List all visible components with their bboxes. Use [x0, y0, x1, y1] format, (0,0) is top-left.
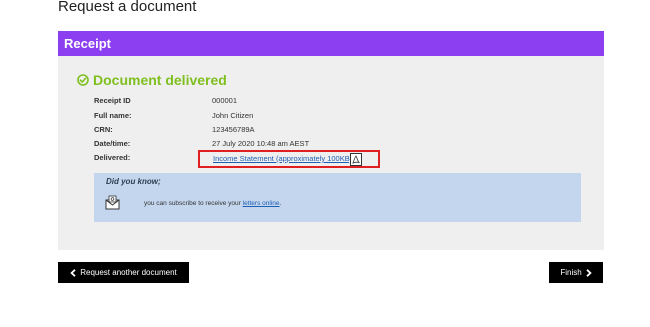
info-text-body: you can subscribe to receive your — [144, 200, 241, 207]
request-another-document-button[interactable]: Request another document — [58, 262, 189, 283]
receipt-panel: Receipt Document delivered Receipt ID 00… — [58, 31, 604, 250]
receipt-header: Receipt — [58, 31, 604, 56]
chevron-right-icon — [586, 268, 592, 277]
full-name-label: Full name: — [94, 111, 132, 120]
receipt-id-value: 000001 — [212, 96, 238, 105]
status-text: Document delivered — [93, 72, 227, 88]
mail-icon — [105, 195, 120, 210]
income-statement-link[interactable]: Income Statement (approximately 100KB) — [213, 154, 352, 163]
crn-label: CRN: — [94, 125, 113, 134]
did-you-know-box: Did you know; you can subscribe to recei… — [94, 173, 581, 222]
datetime-label: Date/time: — [94, 139, 131, 148]
info-text: you can subscribe to receive your letter… — [144, 200, 281, 207]
page-title: Request a document — [58, 0, 197, 15]
datetime-value: 27 July 2020 10:48 am AEST — [212, 139, 310, 148]
check-circle-icon — [77, 74, 89, 86]
finish-label: Finish — [560, 268, 582, 277]
finish-button[interactable]: Finish — [549, 262, 603, 283]
delivered-document-highlight: Income Statement (approximately 100KB) — [198, 150, 380, 168]
delivery-status: Document delivered — [77, 72, 227, 88]
request-another-document-label: Request another document — [80, 268, 177, 277]
letters-online-link[interactable]: letters online — [243, 200, 280, 207]
chevron-left-icon — [70, 268, 76, 277]
receipt-id-label: Receipt ID — [94, 96, 131, 105]
info-text-suffix: . — [279, 200, 282, 207]
pdf-icon[interactable] — [350, 153, 362, 166]
crn-value: 123456789A — [212, 125, 255, 134]
info-heading: Did you know; — [106, 177, 161, 186]
full-name-value: John Citizen — [212, 111, 254, 120]
delivered-label: Delivered: — [94, 153, 131, 162]
